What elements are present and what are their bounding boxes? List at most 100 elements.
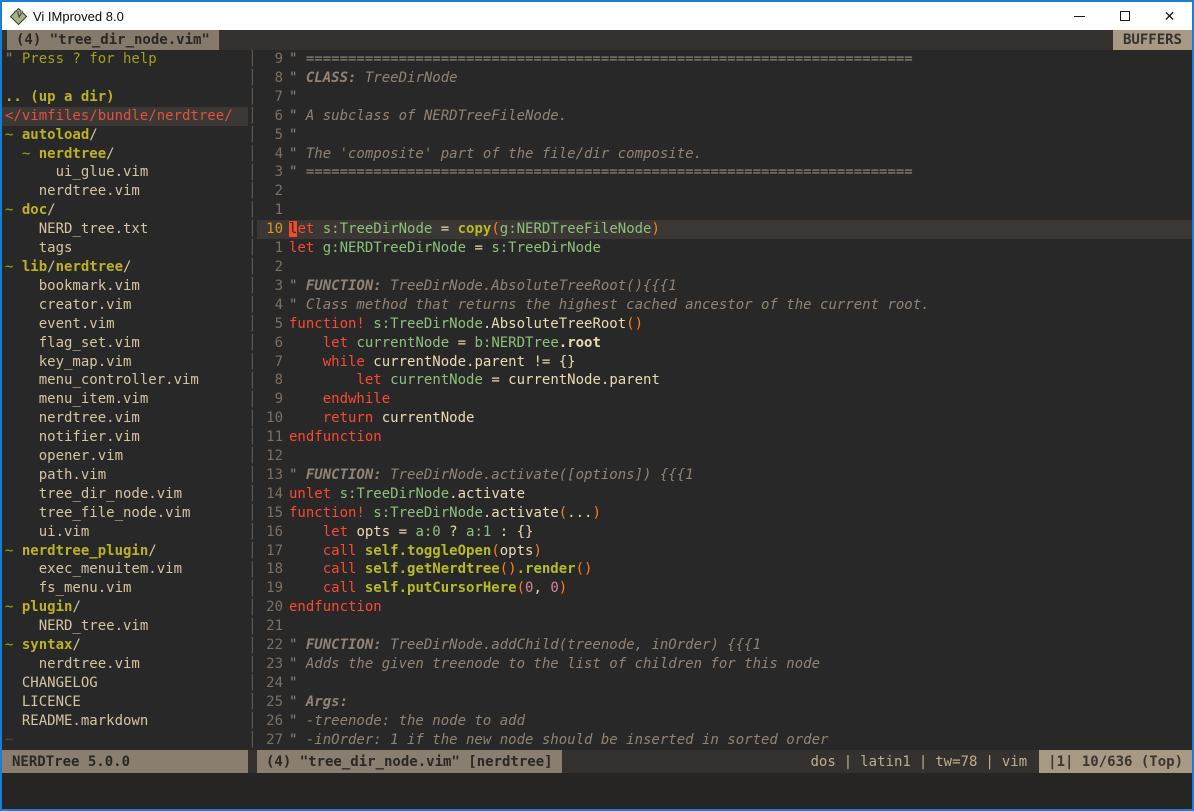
- nerdtree-item[interactable]: event.vim: [5, 315, 248, 334]
- code-line[interactable]: 23" Adds the given treenode to the list …: [257, 655, 1192, 674]
- command-line[interactable]: [2, 773, 1192, 809]
- nerdtree-item[interactable]: ui.vim: [5, 523, 248, 542]
- code-line[interactable]: 7": [257, 88, 1192, 107]
- code-line[interactable]: 8 let currentNode = currentNode.parent: [257, 371, 1192, 390]
- nerdtree-item[interactable]: path.vim: [5, 466, 248, 485]
- token: ?: [441, 524, 466, 540]
- line-number: 14: [257, 485, 283, 504]
- close-button[interactable]: ✕: [1147, 2, 1192, 30]
- nerdtree-item[interactable]: nerdtree.vim: [5, 655, 248, 674]
- nerdtree-root-item[interactable]: </vimfiles/bundle/nerdtree/: [2, 107, 248, 126]
- code-line[interactable]: 5": [257, 126, 1192, 145]
- token: opts =: [348, 524, 415, 540]
- code-text: ": [283, 126, 297, 145]
- code-line[interactable]: 2: [257, 182, 1192, 201]
- nerdtree-item[interactable]: nerdtree.vim: [5, 182, 248, 201]
- code-line[interactable]: 19 call self.putCursorHere(0, 0): [257, 579, 1192, 598]
- nerdtree-item[interactable]: flag_set.vim: [5, 334, 248, 353]
- code-line[interactable]: 16 let opts = a:0 ? a:1 : {}: [257, 523, 1192, 542]
- code-line[interactable]: 9" =====================================…: [257, 50, 1192, 69]
- code-line[interactable]: 22" FUNCTION: TreeDirNode.addChild(treen…: [257, 636, 1192, 655]
- token: nerdtree: [56, 259, 123, 275]
- code-line[interactable]: 7 while currentNode.parent != {}: [257, 353, 1192, 372]
- nerdtree-item[interactable]: tree_dir_node.vim: [5, 485, 248, 504]
- nerdtree-item[interactable]: ui_glue.vim: [5, 163, 248, 182]
- nerdtree-item[interactable]: exec_menuitem.vim: [5, 560, 248, 579]
- token: [289, 335, 323, 351]
- token: flag_set.vim: [5, 335, 140, 351]
- code-line[interactable]: 14unlet s:TreeDirNode.activate: [257, 485, 1192, 504]
- nerdtree-item[interactable]: ~ nerdtree_plugin/: [5, 542, 248, 561]
- code-line[interactable]: 11endfunction: [257, 428, 1192, 447]
- nerdtree-item[interactable]: fs_menu.vim: [5, 579, 248, 598]
- code-line[interactable]: 9 endwhile: [257, 390, 1192, 409]
- token: [382, 372, 390, 388]
- code-line[interactable]: 4" Class method that returns the highest…: [257, 296, 1192, 315]
- nerdtree-item[interactable]: menu_controller.vim: [5, 371, 248, 390]
- window-separator[interactable]: │ │ │ │ │ │ │ │ │ │ │ │ │ │ │ │ │ │ │ │ …: [248, 50, 257, 750]
- token: [289, 543, 323, 559]
- buffers-label[interactable]: BUFFERS: [1113, 30, 1192, 50]
- nerdtree-item[interactable]: creator.vim: [5, 296, 248, 315]
- code-line[interactable]: 21: [257, 617, 1192, 636]
- nerdtree-item[interactable]: ~ doc/: [5, 201, 248, 220]
- token: FUNCTION:: [306, 637, 382, 653]
- nerdtree-item[interactable]: nerdtree.vim: [5, 409, 248, 428]
- code-line[interactable]: 6 let currentNode = b:NERDTree.root: [257, 334, 1192, 353]
- code-line[interactable]: 1let g:NERDTreeDirNode = s:TreeDirNode: [257, 239, 1192, 258]
- nerdtree-item[interactable]: key_map.vim: [5, 353, 248, 372]
- nerdtree-item[interactable]: ~ plugin/: [5, 598, 248, 617]
- code-line[interactable]: 4" The 'composite' part of the file/dir …: [257, 145, 1192, 164]
- nerdtree-item[interactable]: LICENCE: [5, 693, 248, 712]
- maximize-button[interactable]: [1102, 2, 1147, 30]
- code-line[interactable]: 5function! s:TreeDirNode.AbsoluteTreeRoo…: [257, 315, 1192, 334]
- code-line[interactable]: 24": [257, 674, 1192, 693]
- nerdtree-item[interactable]: [5, 69, 248, 88]
- nerdtree-item[interactable]: " Press ? for help: [5, 50, 248, 69]
- code-line[interactable]: 1: [257, 201, 1192, 220]
- token: ": [289, 675, 297, 691]
- nerdtree-item[interactable]: .. (up a dir): [5, 88, 248, 107]
- minimize-icon: [1074, 16, 1085, 17]
- code-line[interactable]: 25" Args:: [257, 693, 1192, 712]
- nerdtree-item[interactable]: tree_file_node.vim: [5, 504, 248, 523]
- code-text: " The 'composite' part of the file/dir c…: [283, 145, 702, 164]
- nerdtree-item[interactable]: opener.vim: [5, 447, 248, 466]
- code-line[interactable]: 13" FUNCTION: TreeDirNode.activate([opti…: [257, 466, 1192, 485]
- code-text: " FUNCTION: TreeDirNode.addChild(treenod…: [283, 636, 761, 655]
- nerdtree-item[interactable]: CHANGELOG: [5, 674, 248, 693]
- nerdtree-item[interactable]: notifier.vim: [5, 428, 248, 447]
- nerdtree-item[interactable]: ~: [5, 731, 248, 750]
- nerdtree-item[interactable]: ~ nerdtree/: [5, 145, 248, 164]
- code-line[interactable]: 20endfunction: [257, 598, 1192, 617]
- code-line[interactable]: 18 call self.getNerdtree().render(): [257, 560, 1192, 579]
- nerdtree-item[interactable]: NERD_tree.txt: [5, 220, 248, 239]
- code-line[interactable]: 17 call self.toggleOpen(opts): [257, 542, 1192, 561]
- nerdtree-item[interactable]: tags: [5, 239, 248, 258]
- code-line[interactable]: 8" CLASS: TreeDirNode: [257, 69, 1192, 88]
- nerdtree-item[interactable]: NERD_tree.vim: [5, 617, 248, 636]
- token: g:NERDTreeFileNode: [500, 221, 652, 237]
- code-line[interactable]: 3" FUNCTION: TreeDirNode.AbsoluteTreeRoo…: [257, 277, 1192, 296]
- token: opts: [500, 543, 534, 559]
- nerdtree-item[interactable]: ~ autoload/: [5, 126, 248, 145]
- code-line[interactable]: 15function! s:TreeDirNode.activate(...): [257, 504, 1192, 523]
- nerdtree-item[interactable]: ~ syntax/: [5, 636, 248, 655]
- minimize-button[interactable]: [1057, 2, 1102, 30]
- code-line[interactable]: 10 return currentNode: [257, 409, 1192, 428]
- code-line[interactable]: 12: [257, 447, 1192, 466]
- token: s:TreeDirNode: [373, 505, 483, 521]
- nerdtree-panel: " Press ? for help .. (up a dir)</vimfile…: [2, 50, 248, 750]
- nerdtree-item[interactable]: ~ lib/nerdtree/: [5, 258, 248, 277]
- vim-icon: [10, 8, 27, 25]
- code-line[interactable]: 2: [257, 258, 1192, 277]
- code-line[interactable]: 26" -treenode: the node to add: [257, 712, 1192, 731]
- nerdtree-item[interactable]: README.markdown: [5, 712, 248, 731]
- nerdtree-item[interactable]: bookmark.vim: [5, 277, 248, 296]
- nerdtree-item[interactable]: menu_item.vim: [5, 390, 248, 409]
- code-line[interactable]: 27" -inOrder: 1 if the new node should b…: [257, 731, 1192, 750]
- code-line-current[interactable]: 10let s:TreeDirNode = copy(g:NERDTreeFil…: [257, 220, 1192, 239]
- tab-tree-dir-node[interactable]: (4) "tree_dir_node.vim": [7, 30, 219, 50]
- code-line[interactable]: 3" =====================================…: [257, 163, 1192, 182]
- code-line[interactable]: 6" A subclass of NERDTreeFileNode.: [257, 107, 1192, 126]
